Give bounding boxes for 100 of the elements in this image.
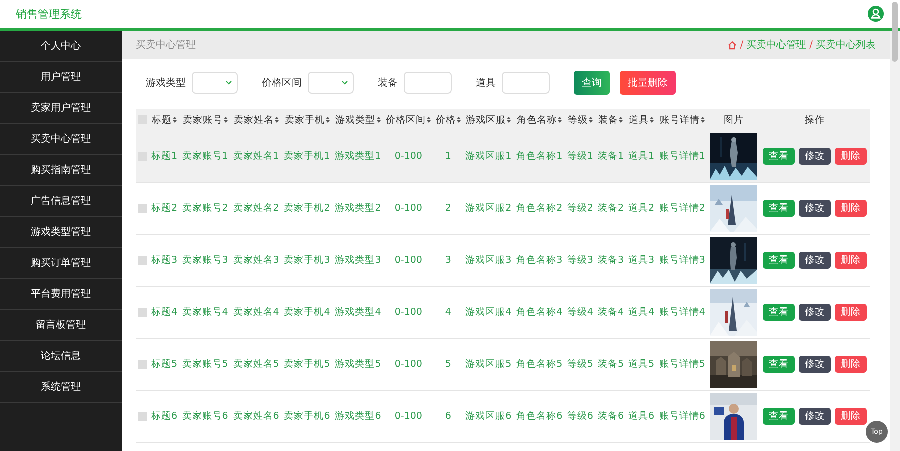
table-cell: 装备3 bbox=[598, 255, 624, 266]
sidebar-item[interactable]: 购买订单管理 bbox=[0, 248, 122, 279]
table-cell: 0-100 bbox=[394, 411, 422, 422]
table-cell: 装备5 bbox=[598, 359, 624, 370]
table-cell: 4 bbox=[445, 307, 452, 318]
delete-button[interactable]: 删除 bbox=[834, 408, 867, 425]
sort-icon[interactable] bbox=[224, 117, 228, 123]
sort-icon[interactable] bbox=[427, 117, 432, 123]
sidebar-item[interactable]: 广告信息管理 bbox=[0, 186, 122, 217]
table-cell: 等级5 bbox=[567, 359, 594, 370]
table-cell: 标题5 bbox=[152, 359, 178, 370]
checkbox[interactable] bbox=[138, 204, 148, 213]
filter-label: 游戏类型 bbox=[146, 76, 186, 90]
table-cell: 游戏类型6 bbox=[335, 411, 382, 422]
table-cell: 卖家手机3 bbox=[284, 255, 330, 266]
table-cell: 0-100 bbox=[394, 255, 422, 266]
table-cell: 卖家手机5 bbox=[284, 359, 330, 370]
table-cell: 装备6 bbox=[598, 411, 624, 422]
edit-button[interactable]: 修改 bbox=[798, 252, 831, 269]
edit-button[interactable]: 修改 bbox=[798, 408, 831, 425]
checkbox[interactable] bbox=[138, 360, 148, 369]
table-cell: 道具5 bbox=[628, 359, 655, 370]
column-header: 图片 bbox=[724, 114, 744, 126]
table-cell: 道具2 bbox=[628, 203, 655, 214]
delete-button[interactable]: 删除 bbox=[834, 304, 867, 321]
sidebar-item[interactable]: 买卖中心管理 bbox=[0, 124, 122, 155]
table-cell: 角色名称4 bbox=[516, 307, 563, 318]
sidebar-item[interactable]: 系统管理 bbox=[0, 372, 122, 403]
checkbox[interactable] bbox=[138, 256, 148, 265]
edit-button[interactable]: 修改 bbox=[798, 356, 831, 373]
select-field[interactable] bbox=[308, 72, 354, 94]
sidebar-item[interactable]: 论坛信息 bbox=[0, 341, 122, 372]
table-cell: 游戏区服5 bbox=[466, 359, 512, 370]
sort-icon[interactable] bbox=[588, 117, 593, 123]
edit-button[interactable]: 修改 bbox=[798, 200, 831, 217]
checkbox[interactable] bbox=[138, 308, 148, 317]
sort-icon[interactable] bbox=[456, 117, 461, 123]
table-cell: 标题1 bbox=[152, 151, 178, 162]
table-cell: 等级1 bbox=[567, 151, 594, 162]
table-cell: 卖家姓名6 bbox=[233, 411, 280, 422]
table-cell: 卖家账号1 bbox=[182, 151, 228, 162]
sidebar-item[interactable]: 平台费用管理 bbox=[0, 279, 122, 310]
checkbox[interactable] bbox=[138, 412, 148, 421]
sort-icon[interactable] bbox=[619, 117, 624, 123]
scrollbar-thumb[interactable] bbox=[892, 2, 898, 62]
breadcrumb-separator: / bbox=[810, 40, 813, 50]
table-cell: 游戏区服3 bbox=[466, 255, 512, 266]
sort-icon[interactable] bbox=[700, 117, 705, 123]
sort-icon[interactable] bbox=[173, 117, 178, 123]
table-cell: 卖家姓名3 bbox=[233, 255, 280, 266]
table-cell: 1 bbox=[445, 151, 452, 162]
table-cell: 卖家账号6 bbox=[182, 411, 228, 422]
edit-button[interactable]: 修改 bbox=[798, 148, 831, 165]
table-cell: 账号详情6 bbox=[659, 411, 706, 422]
app-title: 销售管理系统 bbox=[16, 6, 82, 22]
table-cell: 道具6 bbox=[628, 411, 655, 422]
sidebar-item[interactable]: 留言板管理 bbox=[0, 310, 122, 341]
sidebar-item[interactable]: 用户管理 bbox=[0, 62, 122, 93]
table-cell: 账号详情3 bbox=[659, 255, 706, 266]
sort-icon[interactable] bbox=[326, 117, 330, 123]
delete-button[interactable]: 删除 bbox=[834, 252, 867, 269]
table-cell: 标题2 bbox=[152, 203, 178, 214]
input-field[interactable] bbox=[502, 72, 550, 94]
sort-icon[interactable] bbox=[376, 117, 381, 123]
home-icon[interactable] bbox=[728, 40, 738, 50]
table-cell: 卖家手机6 bbox=[284, 411, 330, 422]
table-cell: 道具1 bbox=[628, 151, 655, 162]
table-cell: 账号详情5 bbox=[659, 359, 706, 370]
table-cell: 0-100 bbox=[394, 359, 422, 370]
column-header: 操作 bbox=[804, 114, 825, 126]
table-cell: 游戏区服2 bbox=[466, 203, 512, 214]
delete-button[interactable]: 删除 bbox=[834, 148, 867, 165]
input-field[interactable] bbox=[404, 72, 452, 94]
table-cell: 标题3 bbox=[152, 255, 178, 266]
table-cell: 等级4 bbox=[567, 307, 594, 318]
table-cell: 账号详情1 bbox=[659, 151, 706, 162]
table-cell: 等级6 bbox=[567, 411, 594, 422]
sidebar-item[interactable]: 游戏类型管理 bbox=[0, 217, 122, 248]
user-icon[interactable] bbox=[868, 6, 884, 22]
select-field[interactable] bbox=[192, 72, 238, 94]
table-cell: 游戏类型1 bbox=[335, 151, 382, 162]
table-cell: 卖家账号5 bbox=[182, 359, 228, 370]
edit-button[interactable]: 修改 bbox=[798, 304, 831, 321]
delete-button[interactable]: 删除 bbox=[834, 356, 867, 373]
table-cell: 卖家手机4 bbox=[284, 307, 330, 318]
table-cell: 角色名称5 bbox=[516, 359, 563, 370]
sidebar-item[interactable]: 卖家用户管理 bbox=[0, 93, 122, 124]
search-button[interactable]: 查询 bbox=[574, 71, 610, 95]
sort-icon[interactable] bbox=[650, 117, 654, 123]
batch-delete-button[interactable]: 批量删除 bbox=[620, 71, 676, 95]
delete-button[interactable]: 删除 bbox=[834, 200, 867, 217]
sort-icon[interactable] bbox=[558, 117, 562, 123]
table-cell: 游戏类型4 bbox=[335, 307, 382, 318]
table-cell: 2 bbox=[445, 203, 452, 214]
table-cell: 道具4 bbox=[628, 307, 655, 318]
sidebar-item[interactable]: 购买指南管理 bbox=[0, 155, 122, 186]
table-cell: 标题6 bbox=[152, 411, 178, 422]
chevron-icon bbox=[342, 81, 348, 85]
sort-icon[interactable] bbox=[507, 117, 512, 123]
sort-icon[interactable] bbox=[274, 117, 279, 123]
